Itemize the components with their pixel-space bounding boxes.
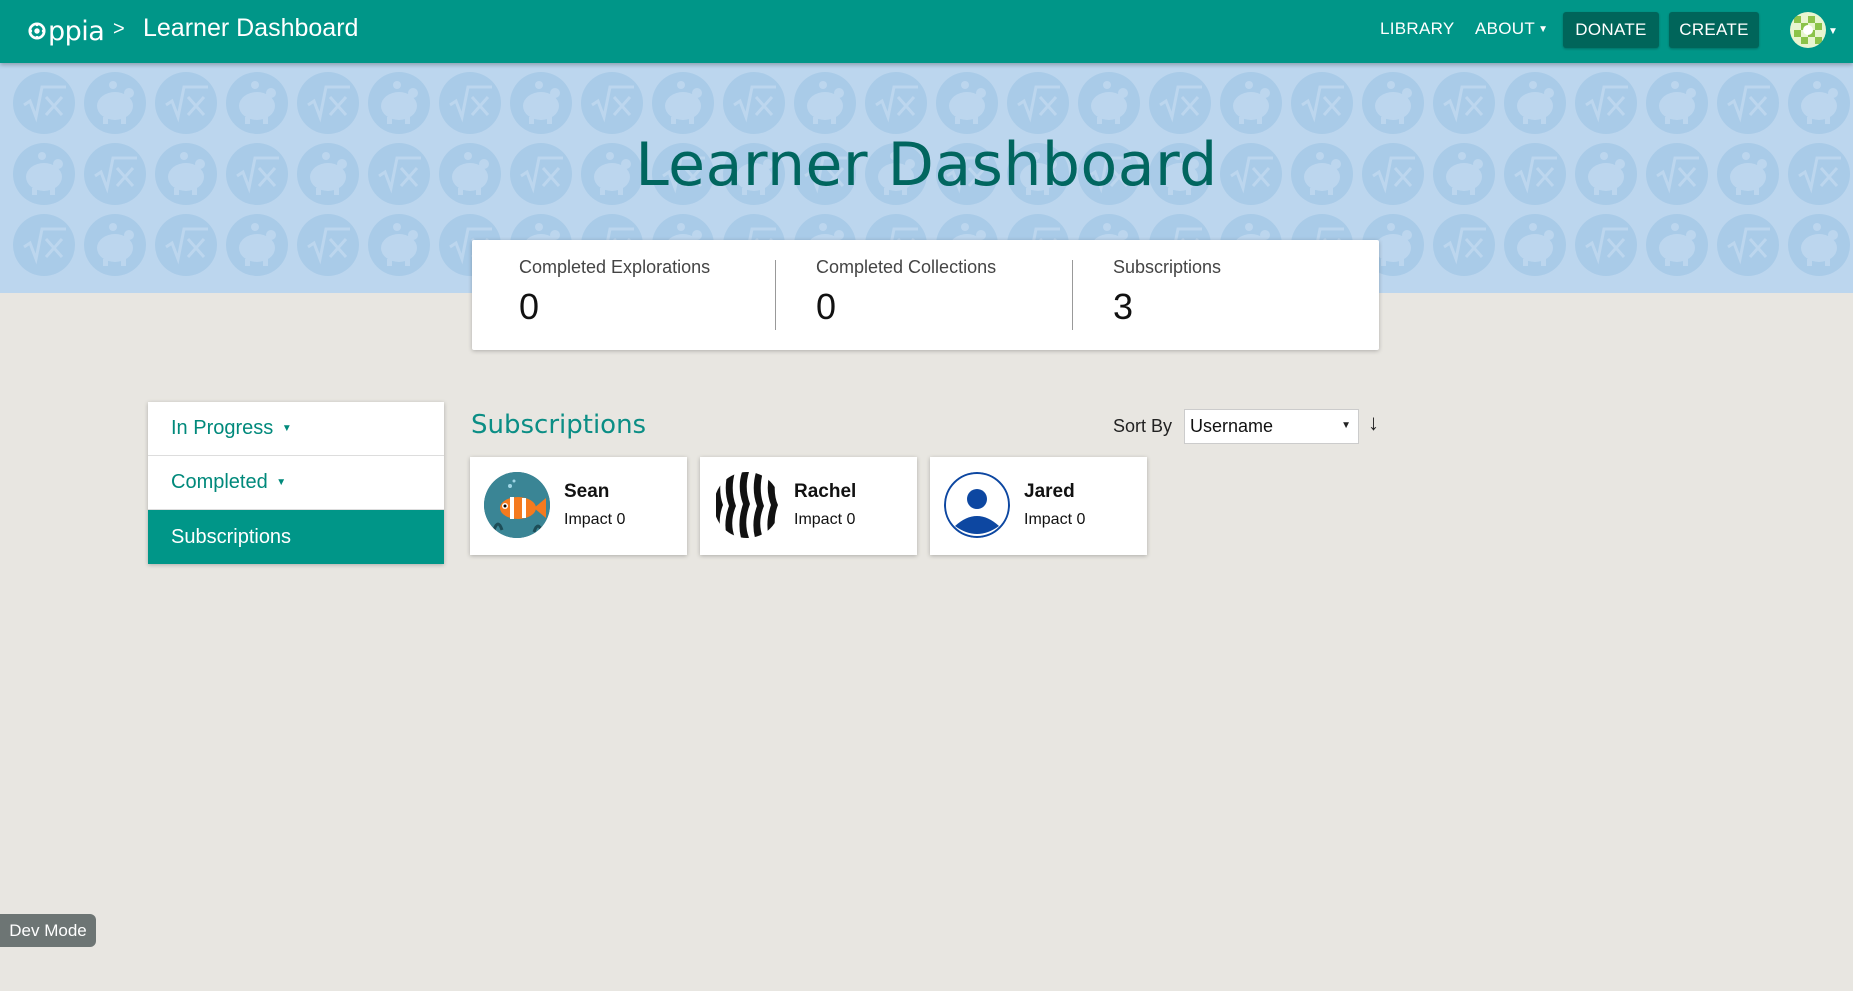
piggy-bank-icon: [1646, 72, 1708, 134]
piggy-bank-icon: [368, 72, 430, 134]
sqrt-x-icon: [11, 212, 77, 278]
subscription-impact: Impact 0: [564, 511, 626, 528]
select-caret-icon: ▼: [1341, 420, 1351, 431]
piggy-bank-icon: [1788, 214, 1850, 276]
stat-label: Completed Explorations: [519, 257, 711, 277]
stat-subscriptions: Subscriptions 3: [1066, 240, 1369, 350]
piggy-bank-icon: [1078, 72, 1140, 134]
piggy-bank-icon: [794, 72, 856, 134]
breadcrumb-separator: >: [113, 18, 125, 40]
create-button[interactable]: CREATE: [1669, 12, 1759, 48]
zebra-stripes-avatar: [714, 472, 780, 538]
oppia-logo-icon: [28, 22, 46, 40]
sqrt-x-icon: [1431, 70, 1497, 136]
sidenav-item-label: Subscriptions: [171, 525, 292, 548]
caret-down-icon: ▼: [281, 423, 292, 434]
stat-value: 0: [816, 286, 837, 327]
logo-text: ppia: [48, 15, 105, 47]
caret-down-icon: ▼: [276, 477, 287, 488]
sqrt-x-icon: [579, 70, 645, 136]
stat-value: 3: [1113, 286, 1134, 327]
nav-about-dropdown[interactable]: ABOUT ▼: [1475, 19, 1548, 39]
sidenav-item-in-progress[interactable]: In Progress ▼: [148, 402, 444, 456]
piggy-bank-icon: [1504, 214, 1566, 276]
arrow-down-icon[interactable]: ↓: [1368, 410, 1379, 436]
subscription-impact: Impact 0: [794, 511, 856, 528]
piggy-bank-icon: [1362, 72, 1424, 134]
sidenav-item-label: In Progress: [171, 417, 274, 439]
piggy-bank-icon: [84, 72, 146, 134]
sort-by-label: Sort By: [1113, 416, 1173, 436]
sqrt-x-icon: [1431, 212, 1497, 278]
subscription-name: Sean: [564, 481, 610, 502]
piggy-bank-icon: [1646, 214, 1708, 276]
sqrt-x-icon: [1715, 212, 1781, 278]
stat-completed-explorations: Completed Explorations 0: [472, 240, 775, 350]
piggy-bank-icon: [510, 72, 572, 134]
sqrt-x-icon: [1573, 70, 1639, 136]
oppia-logo[interactable]: ppia: [28, 14, 105, 48]
sqrt-x-icon: [295, 212, 361, 278]
sqrt-x-icon: [721, 70, 787, 136]
sqrt-x-icon: [1715, 70, 1781, 136]
user-menu[interactable]: ▼: [1790, 12, 1838, 48]
sort-by-select[interactable]: Username ▼: [1184, 409, 1359, 444]
piggy-bank-icon: [936, 72, 998, 134]
sidenav-item-completed[interactable]: Completed ▼: [148, 456, 444, 510]
sort-by-value: Username: [1190, 416, 1274, 436]
stat-label: Completed Collections: [816, 257, 997, 277]
subscription-impact: Impact 0: [1024, 511, 1086, 528]
donate-button[interactable]: DONATE: [1563, 12, 1659, 48]
sqrt-x-icon: [1005, 70, 1071, 136]
piggy-bank-icon: [84, 214, 146, 276]
dashboard-sidenav: In Progress ▼ Completed ▼ Subscriptions: [148, 402, 444, 564]
subscription-card[interactable]: Jared Impact 0: [930, 457, 1147, 555]
sqrt-x-icon: [863, 70, 929, 136]
subscription-card[interactable]: Rachel Impact 0: [700, 457, 917, 555]
sqrt-x-icon: [1573, 212, 1639, 278]
sqrt-x-icon: [153, 70, 219, 136]
piggy-bank-icon: [652, 72, 714, 134]
piggy-bank-icon: [1220, 72, 1282, 134]
sidenav-item-subscriptions[interactable]: Subscriptions: [148, 510, 444, 564]
stats-card: Completed Explorations 0 Completed Colle…: [472, 240, 1379, 350]
sqrt-x-icon: [1147, 70, 1213, 136]
subscription-card[interactable]: Sean Impact 0: [470, 457, 687, 555]
caret-down-icon: ▼: [1538, 24, 1549, 36]
sqrt-x-icon: [11, 70, 77, 136]
caret-down-icon: ▼: [1828, 26, 1838, 37]
nav-about-label: ABOUT: [1475, 19, 1536, 38]
sqrt-x-icon: [1289, 70, 1355, 136]
sqrt-x-icon: [153, 212, 219, 278]
clownfish-avatar: [484, 472, 550, 538]
piggy-bank-icon: [226, 72, 288, 134]
piggy-bank-icon: [1788, 72, 1850, 134]
piggy-bank-icon: [226, 214, 288, 276]
piggy-bank-icon: [368, 214, 430, 276]
section-title: Subscriptions: [471, 410, 647, 440]
nav-library-link[interactable]: LIBRARY: [1380, 19, 1455, 39]
top-navbar: ppia > Learner Dashboard LIBRARY ABOUT ▼ …: [0, 0, 1853, 63]
piggy-bank-icon: [1504, 72, 1566, 134]
stat-value: 0: [519, 286, 540, 327]
stat-completed-collections: Completed Collections 0: [769, 240, 1072, 350]
subscription-name: Jared: [1024, 481, 1075, 502]
sqrt-x-icon: [437, 70, 503, 136]
default-user-avatar: [944, 472, 1010, 538]
user-avatar: [1790, 12, 1826, 48]
breadcrumb-page-name: Learner Dashboard: [143, 14, 359, 42]
dev-mode-badge: Dev Mode: [0, 914, 96, 947]
banner-title: Learner Dashboard: [635, 130, 1218, 200]
subscription-name: Rachel: [794, 481, 857, 502]
sqrt-x-icon: [295, 70, 361, 136]
sidenav-item-label: Completed: [171, 471, 268, 493]
stat-label: Subscriptions: [1113, 257, 1222, 277]
